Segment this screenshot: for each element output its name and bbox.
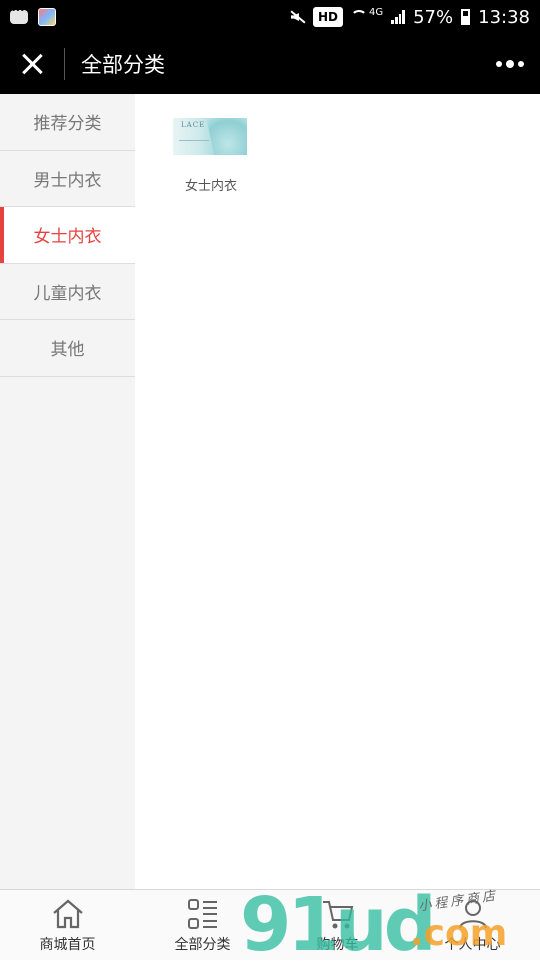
mute-icon: [289, 9, 305, 25]
chat-notification-icon: [10, 6, 28, 24]
status-left: [10, 6, 56, 26]
signal-icon: [391, 10, 406, 24]
app-notification-icon: [38, 8, 56, 26]
status-right: HD 4G 57% 13:38: [289, 7, 530, 28]
sidebar-item-label: 女士内衣: [33, 227, 102, 248]
more-dot-icon: [506, 60, 514, 68]
category-icon: [186, 897, 220, 931]
battery-percent: 57%: [413, 6, 454, 28]
wifi-icon: [350, 10, 367, 24]
sidebar-item-mens-underwear[interactable]: 男士内衣: [0, 151, 135, 207]
tab-profile[interactable]: 个人中心: [405, 890, 540, 960]
subcategory-name: 女士内衣: [184, 179, 237, 194]
title-bar: 全部分类: [0, 34, 540, 94]
user-icon: [456, 897, 490, 931]
thumbnail-brand-text: LACE: [181, 121, 206, 129]
home-icon: [51, 897, 85, 931]
tab-label: 商城首页: [39, 936, 96, 953]
status-bar: HD 4G 57% 13:38: [0, 0, 540, 34]
tab-label: 购物车: [316, 936, 359, 953]
category-content: LACE 女士内衣: [135, 94, 540, 889]
subcategory-thumbnail: LACE: [173, 118, 247, 155]
network-type: 4G: [368, 6, 384, 18]
thumbnail-divider: [179, 140, 209, 141]
fabric-swatch: [206, 118, 247, 155]
more-dot-icon: [518, 61, 524, 67]
cart-icon: [321, 897, 355, 931]
tab-label: 全部分类: [174, 936, 231, 953]
tab-all-categories[interactable]: 全部分类: [135, 890, 270, 960]
title-divider: [64, 48, 65, 80]
sidebar-item-label: 男士内衣: [33, 170, 102, 191]
sidebar-item-label: 推荐分类: [33, 114, 102, 135]
sidebar-item-label: 其他: [50, 340, 85, 361]
sidebar-item-womens-underwear[interactable]: 女士内衣: [0, 207, 135, 264]
bottom-tab-bar: 商城首页 全部分类 购物车 个人中心: [0, 889, 540, 960]
more-dot-icon: [496, 61, 502, 67]
clock: 13:38: [478, 6, 530, 28]
category-sidebar: 推荐分类 男士内衣 女士内衣 儿童内衣 其他: [0, 94, 135, 889]
sidebar-item-recommended[interactable]: 推荐分类: [0, 94, 135, 151]
more-menu-button[interactable]: [480, 34, 540, 94]
tab-cart[interactable]: 购物车: [270, 890, 405, 960]
tab-home[interactable]: 商城首页: [0, 890, 135, 960]
subcategory-card[interactable]: LACE 女士内衣: [173, 118, 249, 194]
close-icon: [21, 53, 43, 75]
sidebar-item-kids-underwear[interactable]: 儿童内衣: [0, 264, 135, 320]
sidebar-item-label: 儿童内衣: [33, 283, 102, 304]
close-button[interactable]: [0, 34, 64, 94]
hd-badge: HD: [312, 7, 343, 27]
tab-label: 个人中心: [444, 936, 501, 953]
battery-icon: [461, 9, 471, 25]
page-title: 全部分类: [81, 53, 165, 77]
sidebar-item-other[interactable]: 其他: [0, 320, 135, 377]
